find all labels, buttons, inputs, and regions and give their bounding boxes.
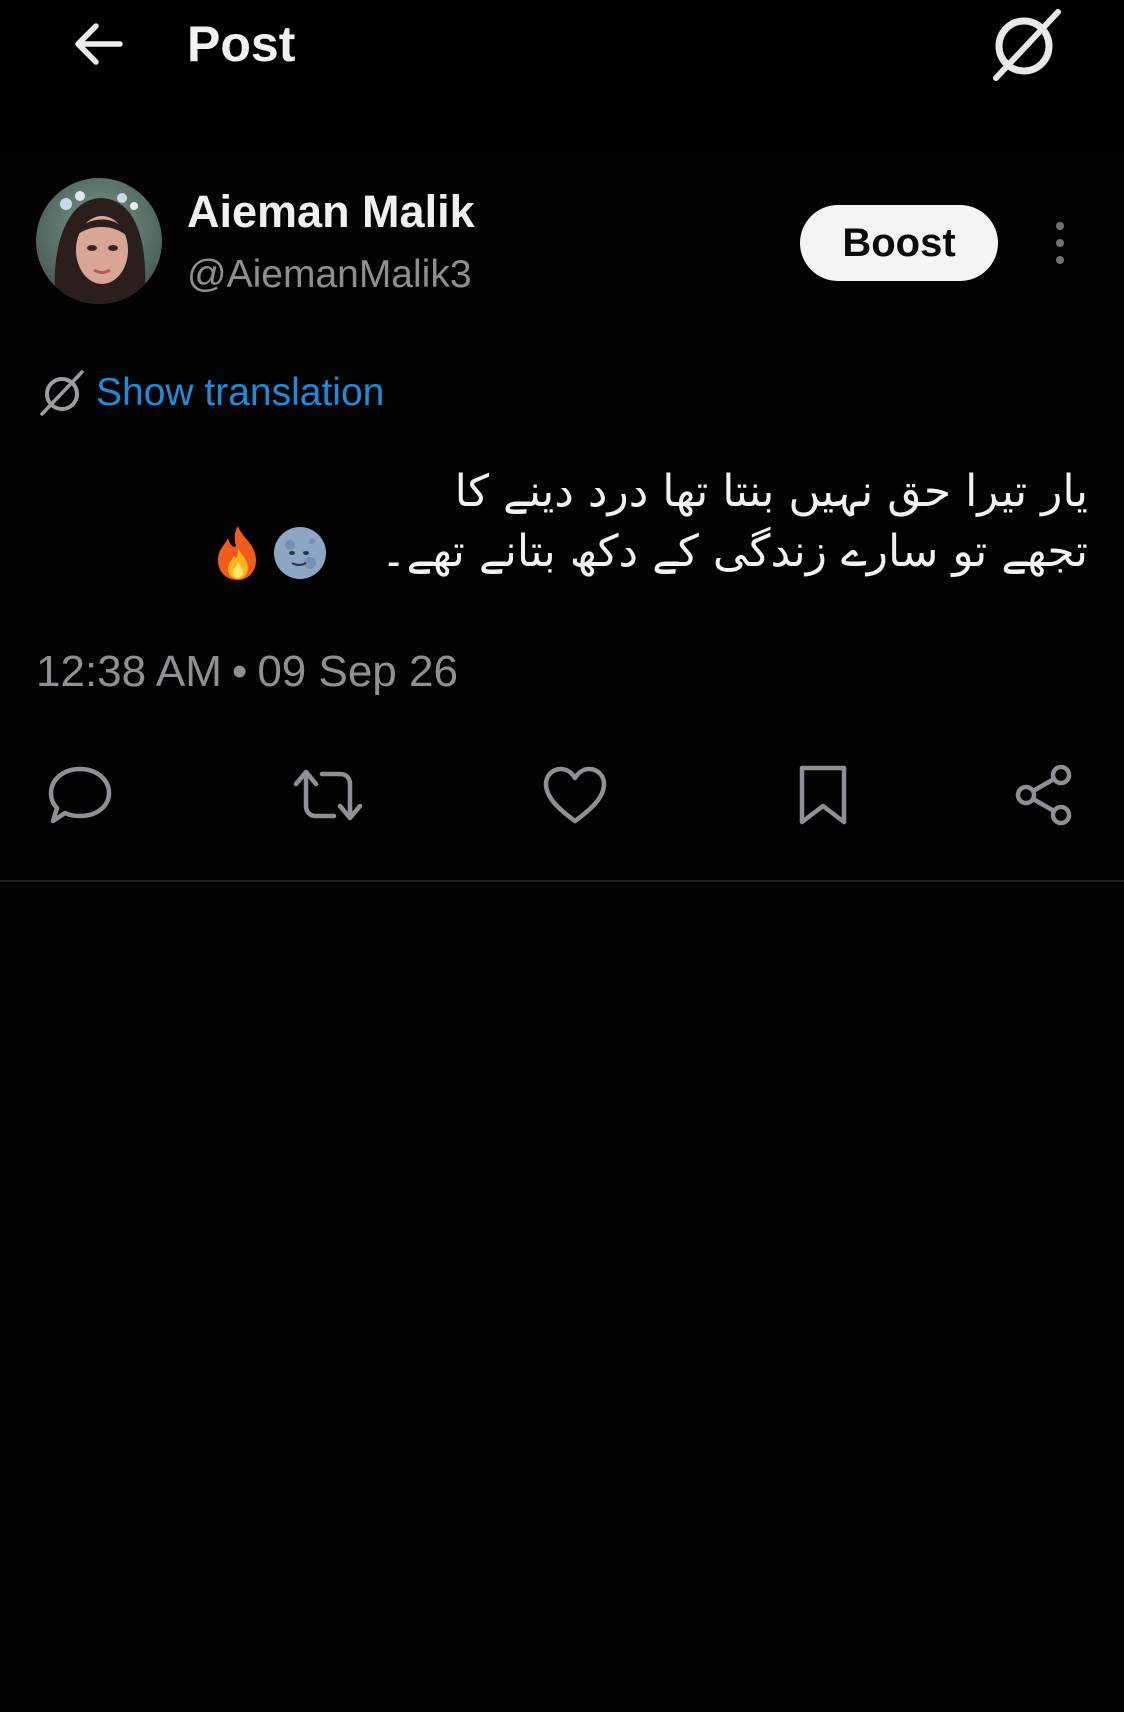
post-emojis	[212, 524, 328, 582]
more-dot-icon	[1056, 222, 1064, 230]
post-date: 09 Sep 26	[257, 647, 458, 696]
post-line: یار تیرا حق نہیں بنتا تھا درد دینے کا	[454, 466, 1088, 517]
like-button[interactable]	[537, 760, 613, 830]
more-dot-icon	[1056, 239, 1064, 247]
share-icon	[1015, 764, 1072, 826]
boost-button[interactable]: Boost	[800, 205, 998, 281]
more-options-button[interactable]	[1040, 216, 1080, 270]
top-bar: Post	[0, 0, 1124, 150]
avatar[interactable]	[36, 178, 162, 304]
reply-icon	[48, 766, 112, 824]
back-button[interactable]	[62, 14, 134, 74]
divider	[0, 880, 1124, 882]
moon-face-emoji	[274, 527, 326, 579]
timestamp-separator: •	[231, 647, 248, 696]
show-translation-link[interactable]: Show translation	[96, 368, 384, 418]
arrow-left-icon	[75, 23, 123, 65]
more-dot-icon	[1056, 256, 1064, 264]
post-line: تجھے تو سارے زندگی کے دکھ بتانے تھے۔	[380, 526, 1088, 577]
post-timestamp: 12:38 AM • 09 Sep 26	[36, 644, 458, 700]
page-title: Post	[187, 16, 296, 72]
post-time: 12:38 AM	[36, 647, 222, 696]
like-icon	[543, 766, 607, 824]
bookmark-button[interactable]	[785, 760, 861, 830]
share-button[interactable]	[1006, 760, 1082, 830]
post-body: یار تیرا حق نہیں بنتا تھا درد دینے کا تج…	[36, 462, 1088, 582]
repost-button[interactable]	[290, 760, 366, 830]
reply-button[interactable]	[42, 760, 118, 830]
fire-emoji	[218, 526, 256, 580]
slashed-circle-logo-icon[interactable]	[982, 6, 1064, 82]
bookmark-icon	[799, 765, 847, 825]
translate-icon	[40, 370, 84, 416]
author-handle[interactable]: @AiemanMalik3	[187, 252, 472, 298]
action-bar	[0, 760, 1124, 830]
show-translation-row[interactable]: Show translation	[36, 364, 384, 422]
repost-icon	[293, 769, 363, 821]
author-display-name[interactable]: Aieman Malik	[187, 186, 475, 238]
